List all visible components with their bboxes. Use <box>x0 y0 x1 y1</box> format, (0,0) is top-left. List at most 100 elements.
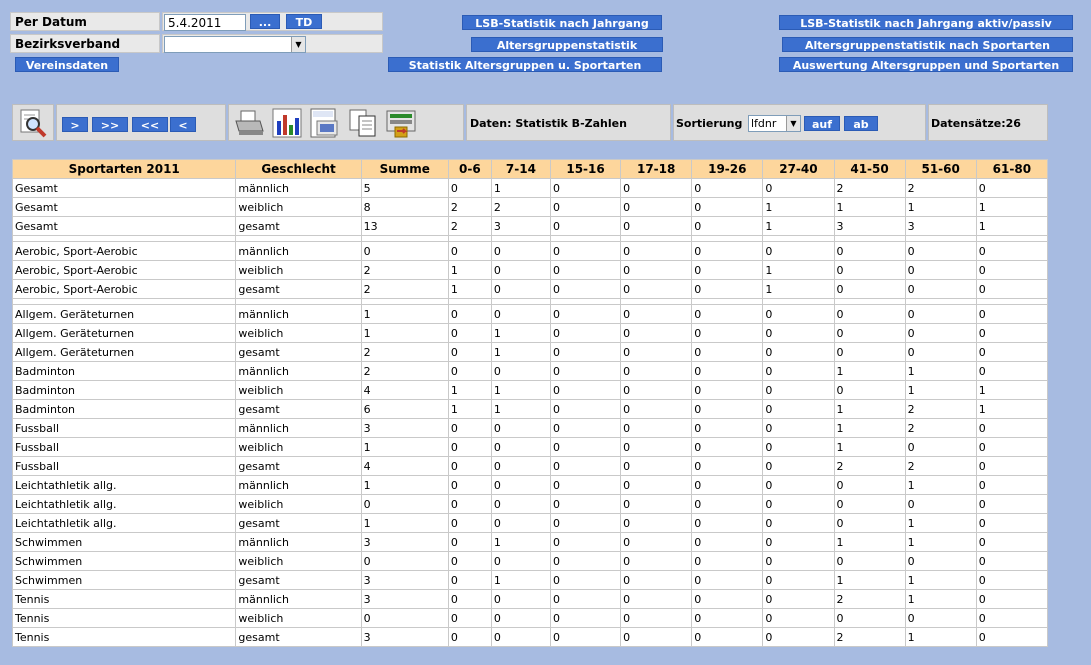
table-cell: Aerobic, Sport-Aerobic <box>11 241 237 261</box>
district-label: Bezirksverband <box>10 34 160 53</box>
column-header: Sportarten 2011 <box>11 159 237 179</box>
last-button[interactable]: >> <box>92 117 128 132</box>
table-cell: 0 <box>691 279 764 299</box>
table-cell: 0 <box>490 241 552 261</box>
table-cell: 1 <box>360 475 449 495</box>
export-icon[interactable] <box>385 107 417 139</box>
table-cell: 0 <box>975 494 1049 514</box>
age-groups-sports-button[interactable]: Altersgruppenstatistik nach Sportarten <box>782 37 1073 52</box>
today-button[interactable]: TD <box>286 14 322 29</box>
table-cell: Leichtathletik allg. <box>11 494 237 514</box>
table-cell: 0 <box>620 260 693 280</box>
chart-icon[interactable] <box>271 107 303 139</box>
sort-asc-button[interactable]: auf <box>804 116 840 131</box>
table-cell: 0 <box>490 475 552 495</box>
table-cell: 2 <box>360 361 449 381</box>
date-input[interactable]: 5.4.2011 <box>164 14 246 31</box>
table-cell: 1 <box>904 197 977 217</box>
next-button[interactable]: > <box>62 117 88 132</box>
date-picker-button[interactable]: ... <box>250 14 280 29</box>
table-cell: Aerobic, Sport-Aerobic <box>11 279 237 299</box>
table-cell: 0 <box>490 304 552 324</box>
table-cell: Fussball <box>11 418 237 438</box>
table-cell: 0 <box>691 216 764 236</box>
table-cell: 0 <box>549 570 622 590</box>
lsb-year-active-button[interactable]: LSB-Statistik nach Jahrgang aktiv/passiv <box>779 15 1073 30</box>
table-row: Tennis männlich 3 0 0 0 0 0 0 2 1 0 <box>11 589 1049 609</box>
table-cell: 8 <box>360 197 449 217</box>
search-icon[interactable] <box>17 107 49 139</box>
table-cell: 0 <box>447 570 492 590</box>
export-panel <box>228 104 464 141</box>
table-cell: 3 <box>833 216 906 236</box>
table-cell: 3 <box>904 216 977 236</box>
copy-icon[interactable] <box>347 107 379 139</box>
table-cell: 0 <box>447 241 492 261</box>
table-cell: 0 <box>904 551 977 571</box>
table-cell: 0 <box>833 494 906 514</box>
table-cell: männlich <box>235 475 362 495</box>
table-cell: 0 <box>904 437 977 457</box>
table-cell: 0 <box>549 178 622 198</box>
chevron-down-icon[interactable]: ▼ <box>291 37 305 52</box>
stat-age-sports-button[interactable]: Statistik Altersgruppen u. Sportarten <box>388 57 662 72</box>
sort-desc-button[interactable]: ab <box>844 116 878 131</box>
table-row: Tennis gesamt 3 0 0 0 0 0 0 2 1 0 <box>11 627 1049 647</box>
table-cell: 3 <box>360 532 449 552</box>
table-cell: Allgem. Geräteturnen <box>11 304 237 324</box>
table-cell: Gesamt <box>11 197 237 217</box>
table-cell: gesamt <box>235 342 362 362</box>
table-cell: 1 <box>490 380 552 400</box>
age-groups-button[interactable]: Altersgruppenstatistik <box>471 37 663 52</box>
print-icon[interactable] <box>233 107 265 139</box>
table-cell: 0 <box>549 216 622 236</box>
table-cell: 1 <box>762 260 835 280</box>
table-cell: 3 <box>360 589 449 609</box>
table-cell: 0 <box>904 323 977 343</box>
table-cell: 0 <box>549 380 622 400</box>
table-cell: 0 <box>447 418 492 438</box>
club-data-button[interactable]: Vereinsdaten <box>15 57 119 72</box>
eval-age-sports-button[interactable]: Auswertung Altersgruppen und Sportarten <box>779 57 1073 72</box>
table-row: Fussball männlich 3 0 0 0 0 0 0 1 2 0 <box>11 418 1049 438</box>
table-cell: 1 <box>833 361 906 381</box>
chevron-down-icon[interactable]: ▼ <box>786 116 800 131</box>
table-cell: 0 <box>620 241 693 261</box>
table-cell: 0 <box>549 627 622 647</box>
table-cell: 1 <box>975 197 1049 217</box>
table-cell: 0 <box>691 437 764 457</box>
column-header: 27-40 <box>762 159 835 179</box>
table-cell: 0 <box>620 216 693 236</box>
district-select[interactable]: ▼ <box>164 36 306 53</box>
column-header: 19-26 <box>691 159 764 179</box>
table-cell: 0 <box>620 627 693 647</box>
table-cell: 1 <box>360 323 449 343</box>
table-cell: gesamt <box>235 279 362 299</box>
navigation-panel: > >> << < <box>56 104 226 141</box>
table-cell: 0 <box>490 608 552 628</box>
table-cell: 0 <box>549 323 622 343</box>
column-header: Summe <box>360 159 449 179</box>
table-cell: 1 <box>447 279 492 299</box>
table-row: Schwimmen weiblich 0 0 0 0 0 0 0 0 0 0 <box>11 551 1049 571</box>
table-cell: 1 <box>833 570 906 590</box>
table-cell: 0 <box>490 361 552 381</box>
table-cell: 0 <box>447 513 492 533</box>
table-cell: 1 <box>833 532 906 552</box>
table-cell: 0 <box>620 532 693 552</box>
table-cell: 0 <box>975 608 1049 628</box>
table-cell: 2 <box>904 418 977 438</box>
first-button[interactable]: << <box>132 117 168 132</box>
table-cell: 2 <box>904 456 977 476</box>
table-cell: 0 <box>975 532 1049 552</box>
previous-button[interactable]: < <box>170 117 196 132</box>
sort-select[interactable]: lfdnr ▼ <box>748 115 801 132</box>
table-cell: 1 <box>975 216 1049 236</box>
table-cell: 1 <box>904 380 977 400</box>
data-info-panel: Daten: Statistik B-Zahlen <box>466 104 671 141</box>
office-export-icon[interactable] <box>309 107 341 139</box>
table-cell: 0 <box>904 241 977 261</box>
lsb-year-button[interactable]: LSB-Statistik nach Jahrgang <box>462 15 662 30</box>
table-cell: 0 <box>975 551 1049 571</box>
table-cell: 0 <box>360 494 449 514</box>
